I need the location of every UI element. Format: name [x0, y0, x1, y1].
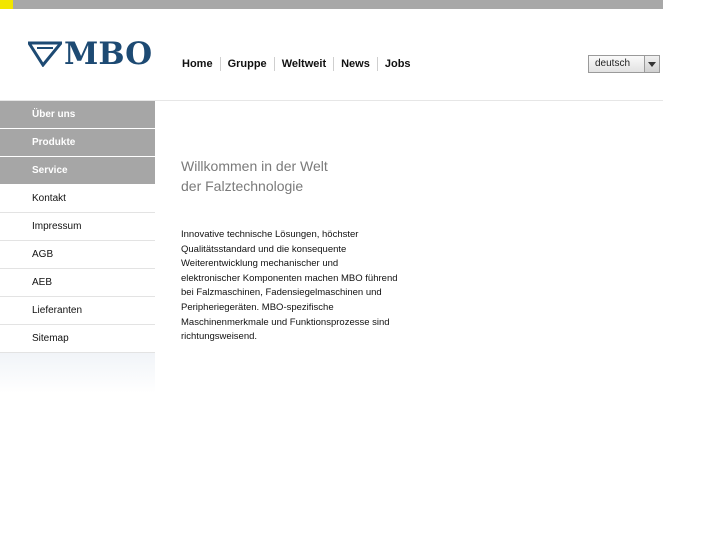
language-select[interactable]: deutsch [588, 55, 660, 73]
intro-line: Peripheriegeräten. MBO-spezifische [181, 301, 334, 313]
nav-weltweit[interactable]: Weltweit [273, 57, 333, 71]
sidebar-fade [0, 353, 155, 393]
logo-mark-icon [28, 41, 62, 67]
nav-news[interactable]: News [333, 57, 377, 71]
chevron-down-icon[interactable] [644, 56, 659, 72]
sidebar-item-sitemap[interactable]: Sitemap [0, 325, 155, 353]
mbo-logo[interactable]: MBO [28, 36, 153, 72]
intro-line: elektronischer Komponenten machen MBO fü… [181, 272, 398, 284]
nav-jobs[interactable]: Jobs [376, 57, 418, 71]
top-color-bar [0, 0, 663, 9]
intro-line: richtungsweisend. [181, 331, 258, 343]
sidebar-item-impressum[interactable]: Impressum [0, 213, 155, 241]
page-title-line-2: der Falztechnologie [181, 178, 304, 194]
intro-line: Weiterentwicklung mechanischer und [181, 258, 339, 270]
sidebar: Über uns Produkte Service Kontakt Impres… [0, 101, 155, 393]
sidebar-item-aeb[interactable]: AEB [0, 269, 155, 297]
sidebar-item-ueber-uns[interactable]: Über uns [0, 101, 155, 129]
page-title: Willkommen in der Welt der Falztechnolog… [181, 156, 328, 196]
nav-home[interactable]: Home [182, 57, 220, 71]
intro-line: Qualitätsstandard und die konsequente [181, 243, 347, 255]
main-navigation: Home Gruppe Weltweit News Jobs [182, 56, 418, 72]
sidebar-item-service[interactable]: Service [0, 157, 155, 185]
sidebar-item-lieferanten[interactable]: Lieferanten [0, 297, 155, 325]
page-title-line-1: Willkommen in der Welt [181, 158, 328, 174]
intro-paragraph: Innovative technische Lösungen, höchster… [181, 228, 421, 345]
sidebar-item-produkte[interactable]: Produkte [0, 129, 155, 157]
sidebar-item-kontakt[interactable]: Kontakt [0, 185, 155, 213]
nav-gruppe[interactable]: Gruppe [219, 57, 274, 71]
sidebar-item-agb[interactable]: AGB [0, 241, 155, 269]
intro-line: Maschinenmerkmale und Funktionsprozesse … [181, 316, 390, 328]
intro-line: bei Falzmaschinen, Fadensiegelmaschinen … [181, 287, 382, 299]
top-accent-block [0, 0, 13, 9]
logo-text: MBO [64, 36, 153, 72]
language-selected-value: deutsch [595, 58, 631, 69]
intro-line: Innovative technische Lösungen, höchster [181, 229, 359, 240]
